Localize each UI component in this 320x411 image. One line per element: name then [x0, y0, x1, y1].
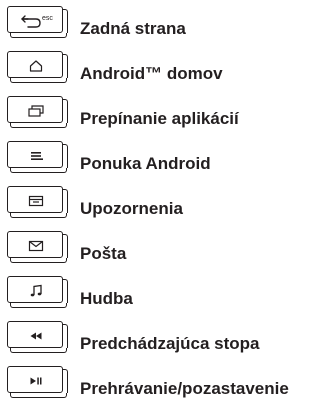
- key-row-back: esc Zadná strana: [7, 6, 319, 51]
- menu-key: [7, 141, 68, 173]
- esc-text: esc: [42, 15, 53, 22]
- keyboard-shortcut-list: esc Zadná strana Android™ domov Prepínan…: [7, 6, 319, 411]
- key-label-notifications: Upozornenia: [80, 199, 183, 218]
- key-label-app-switch: Prepínanie aplikácií: [80, 109, 239, 128]
- key-row-music: Hudba: [7, 276, 319, 321]
- key-row-app-switch: Prepínanie aplikácií: [7, 96, 319, 141]
- key-label-back: Zadná strana: [80, 19, 186, 38]
- back-key: esc: [7, 6, 68, 38]
- key-label-menu: Ponuka Android: [80, 154, 211, 173]
- key-row-menu: Ponuka Android: [7, 141, 319, 186]
- home-key: [7, 51, 68, 83]
- key-row-home: Android™ domov: [7, 51, 319, 96]
- key-label-home: Android™ domov: [80, 64, 223, 83]
- music-note-icon: [8, 277, 64, 304]
- key-label-play-pause: Prehrávanie/pozastavenie: [80, 379, 289, 398]
- mail-key: [7, 231, 68, 263]
- app-switch-key: [7, 96, 68, 128]
- notifications-icon: [8, 187, 64, 214]
- app-switch-icon: [8, 97, 64, 124]
- play-pause-key: [7, 366, 68, 398]
- menu-icon: [8, 142, 64, 169]
- key-label-previous-track: Predchádzajúca stopa: [80, 334, 260, 353]
- key-row-mail: Pošta: [7, 231, 319, 276]
- music-key: [7, 276, 68, 308]
- play-pause-icon: [8, 367, 64, 394]
- home-icon: [8, 52, 64, 79]
- previous-track-key: [7, 321, 68, 353]
- key-label-mail: Pošta: [80, 244, 127, 263]
- back-arrow-esc-icon: esc: [8, 7, 64, 34]
- mail-icon: [8, 232, 64, 259]
- key-row-play-pause: Prehrávanie/pozastavenie: [7, 366, 319, 411]
- key-row-previous-track: Predchádzajúca stopa: [7, 321, 319, 366]
- previous-track-icon: [8, 322, 64, 349]
- notifications-key: [7, 186, 68, 218]
- key-label-music: Hudba: [80, 289, 133, 308]
- key-row-notifications: Upozornenia: [7, 186, 319, 231]
